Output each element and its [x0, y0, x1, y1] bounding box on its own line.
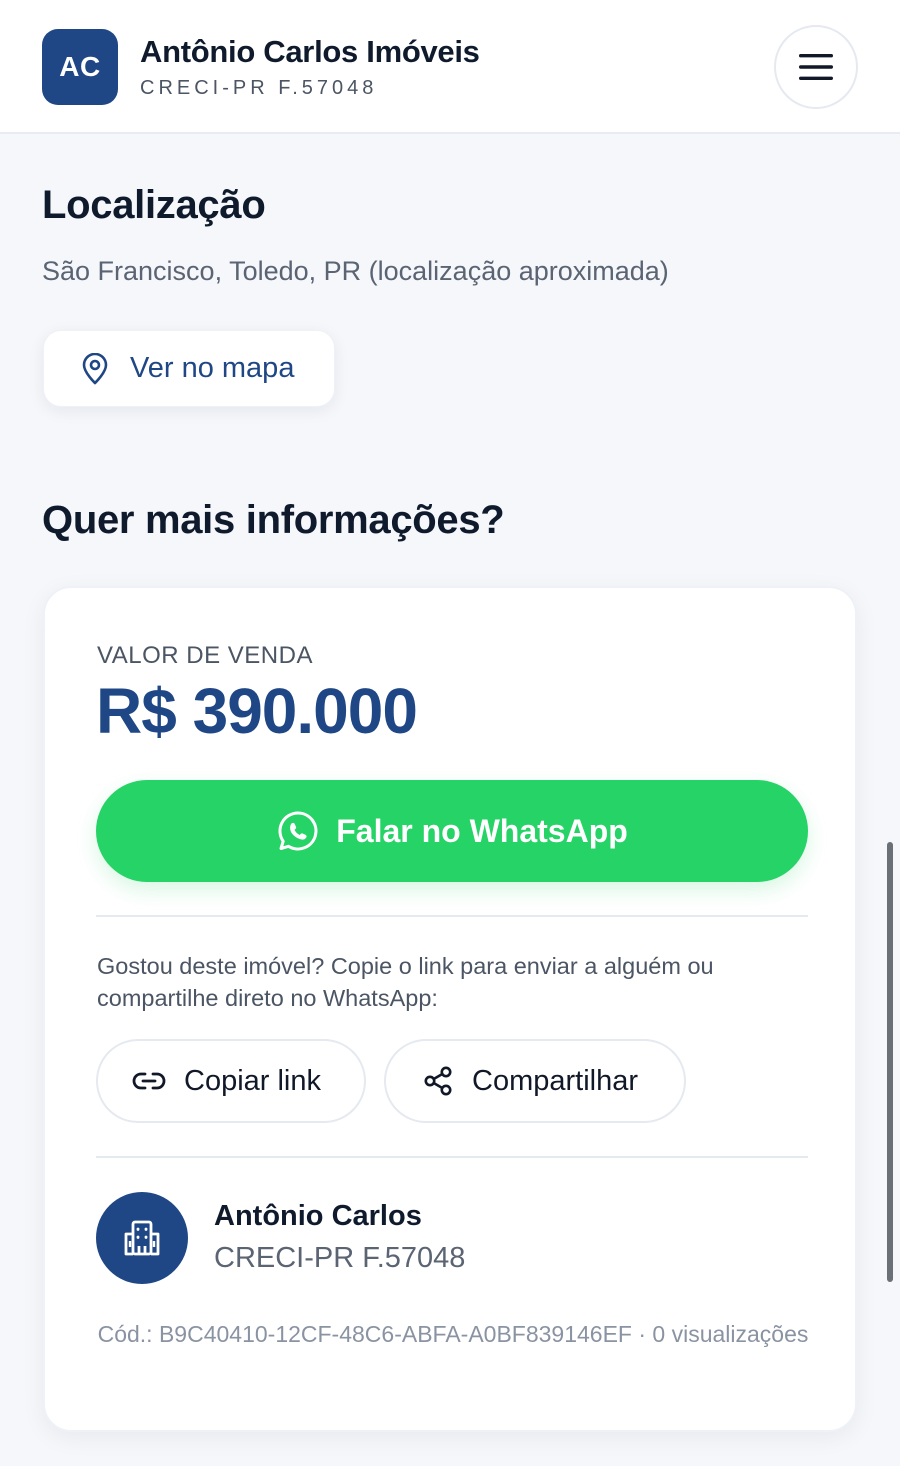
agent-name: Antônio Carlos: [214, 1200, 422, 1232]
price-value: R$ 390.000: [96, 675, 418, 747]
divider: [96, 1156, 808, 1158]
app-header: AC Antônio Carlos Imóveis CRECI-PR F.570…: [0, 0, 900, 134]
divider: [96, 915, 808, 917]
whatsapp-button[interactable]: Falar no WhatsApp: [96, 780, 808, 882]
share-label: Compartilhar: [472, 1064, 638, 1097]
price-label: VALOR DE VENDA: [97, 642, 313, 669]
location-text: São Francisco, Toledo, PR (localização a…: [42, 256, 669, 286]
share-text: Gostou deste imóvel? Copie o link para e…: [97, 953, 714, 1011]
hamburger-menu-icon: [799, 54, 833, 80]
share-icon: [422, 1065, 454, 1097]
agent-avatar: [96, 1192, 188, 1284]
agent-creci: CRECI-PR F.57048: [214, 1242, 466, 1274]
copy-link-button[interactable]: Copiar link: [96, 1039, 366, 1123]
brand-name[interactable]: Antônio Carlos Imóveis: [140, 34, 480, 70]
info-title: Quer mais informações?: [42, 498, 505, 542]
share-button[interactable]: Compartilhar: [384, 1039, 686, 1123]
listing-code: Cód.: B9C40410-12CF-48C6-ABFA-A0BF839146…: [97, 1321, 809, 1347]
link-icon: [132, 1071, 166, 1091]
copy-link-label: Copiar link: [184, 1064, 321, 1097]
menu-button[interactable]: [774, 25, 858, 109]
view-map-button[interactable]: Ver no mapa: [43, 330, 335, 407]
contact-card: VALOR DE VENDA R$ 390.000 Falar no Whats…: [43, 586, 857, 1432]
view-map-label: Ver no mapa: [130, 352, 295, 384]
brand-creci: CRECI-PR F.57048: [140, 77, 378, 99]
building-icon: [124, 1220, 160, 1256]
whatsapp-icon: [276, 809, 320, 853]
location-title: Localização: [42, 183, 266, 227]
scrollbar[interactable]: [887, 842, 893, 1282]
logo-badge[interactable]: AC: [42, 29, 118, 105]
whatsapp-label: Falar no WhatsApp: [336, 812, 628, 849]
map-pin-icon: [80, 352, 110, 385]
